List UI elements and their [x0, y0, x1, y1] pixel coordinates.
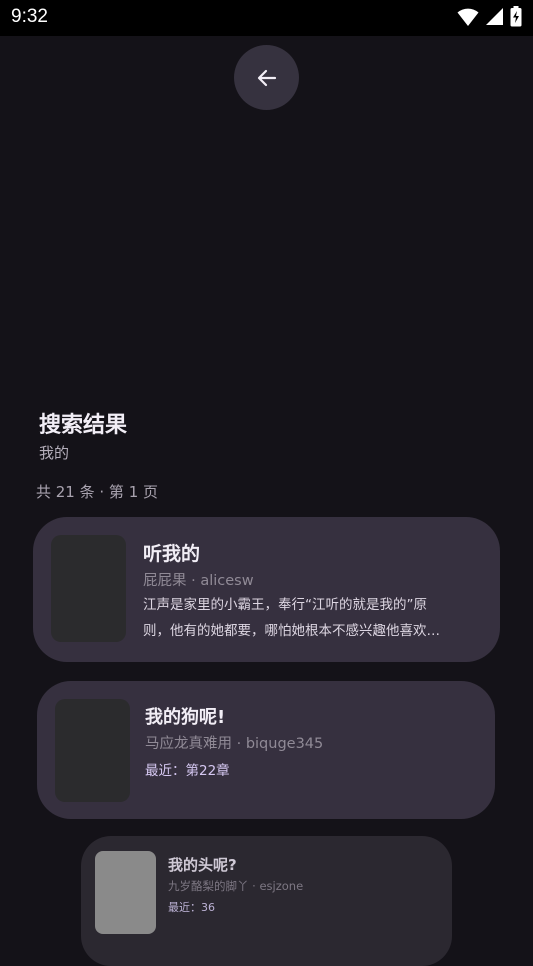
- book-cover: [51, 535, 126, 642]
- book-title: 听我的: [143, 543, 201, 565]
- latest-chapter: 最近：36: [168, 901, 215, 914]
- book-author: 马应龙真难用 · biquge345: [145, 736, 324, 752]
- page-title: 搜索结果: [39, 413, 128, 438]
- result-card[interactable]: 我的头呢? 九岁酪梨的脚丫 · esjzone 最近：36: [81, 836, 452, 966]
- result-card[interactable]: 我的狗呢! 马应龙真难用 · biquge345 最近：第22章: [37, 681, 495, 819]
- back-button[interactable]: [234, 45, 299, 110]
- status-time: 9:32: [11, 6, 48, 27]
- book-title: 我的头呢?: [168, 856, 237, 874]
- wifi-icon: [457, 8, 479, 26]
- book-cover: [95, 851, 156, 934]
- book-description: 江声是家里的小霸王，奉行“江听的就是我的”原 则，他有的她都要，哪怕她根本不感兴…: [143, 592, 479, 644]
- signal-icon: [486, 8, 503, 25]
- book-author: 九岁酪梨的脚丫 · esjzone: [168, 879, 304, 893]
- book-cover: [55, 699, 130, 802]
- status-icons: [457, 6, 522, 27]
- arrow-back-icon: [257, 69, 276, 86]
- description-line: 江声是家里的小霸王，奉行“江听的就是我的”原: [143, 597, 427, 613]
- search-query: 我的: [39, 444, 70, 462]
- battery-icon: [510, 6, 522, 27]
- result-card[interactable]: 听我的 屁屁果 · alicesw 江声是家里的小霸王，奉行“江听的就是我的”原…: [33, 517, 500, 662]
- description-line: 则，他有的她都要，哪怕她根本不感兴趣他喜欢…: [143, 623, 440, 639]
- book-title: 我的狗呢!: [145, 707, 226, 728]
- status-bar: 9:32: [0, 0, 533, 36]
- book-author: 屁屁果 · alicesw: [143, 573, 254, 589]
- latest-chapter: 最近：第22章: [145, 763, 230, 779]
- result-summary: 共 21 条 · 第 1 页: [36, 483, 159, 501]
